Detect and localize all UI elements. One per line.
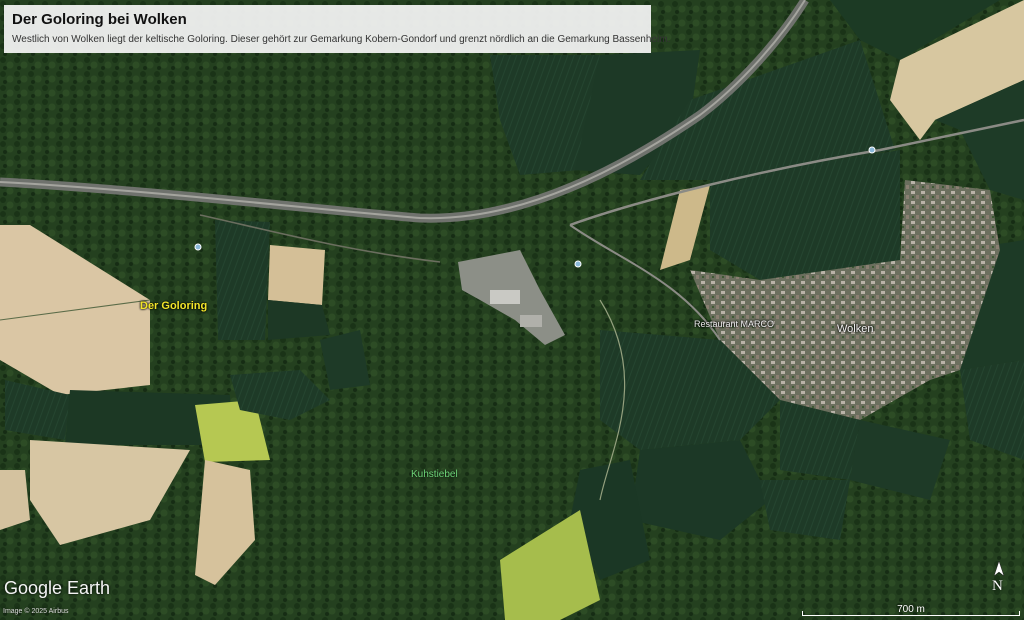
google-earth-logo: Google Earth (4, 578, 111, 598)
place-label-wolken[interactable]: Wolken (837, 323, 873, 335)
scale-bar: 700 m (802, 604, 1020, 616)
goloring-marker-icon (194, 243, 202, 251)
compass-label: N (992, 578, 1003, 594)
place-label-goloring[interactable]: Der Goloring (140, 300, 207, 312)
field-tan-west-2 (268, 245, 325, 305)
imagery-copyright: Image © 2025 Airbus (3, 608, 69, 615)
field-west-dark-1 (215, 220, 270, 340)
field-west-dark-2 (268, 300, 330, 340)
north-arrow-icon[interactable]: N (990, 560, 1008, 596)
waypoint-marker-icon-2 (868, 146, 876, 154)
place-label-kuhstiebel[interactable]: Kuhstiebel (411, 469, 458, 480)
compass-arrow-icon (993, 560, 1005, 577)
info-title: Der Goloring bei Wolken (12, 11, 187, 28)
scale-bar-line (802, 611, 1020, 616)
field-tan-sw-3 (0, 470, 30, 530)
place-label-restaurant[interactable]: Restaurant MARCO (694, 319, 774, 329)
info-box: Der Goloring bei Wolken Westlich von Wol… (4, 5, 671, 53)
info-description: Westlich von Wolken liegt der keltische … (12, 34, 671, 45)
waypoint-marker-icon (574, 260, 582, 268)
